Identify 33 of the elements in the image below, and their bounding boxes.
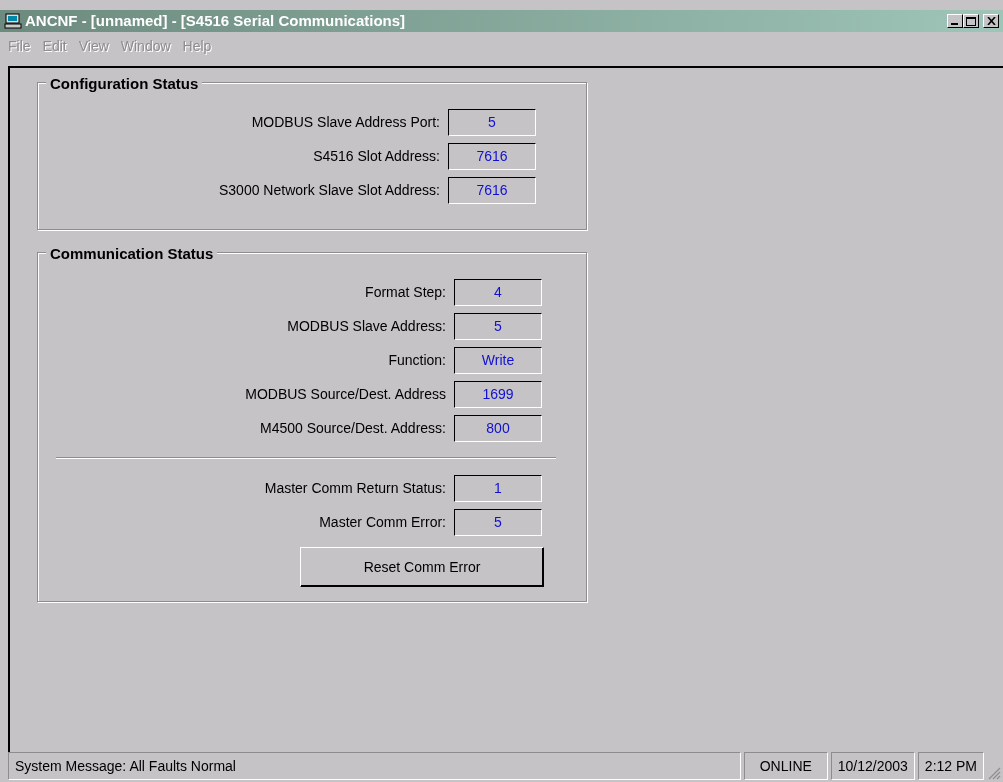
field-label: MODBUS Source/Dest. Address bbox=[245, 384, 446, 404]
connection-status: ONLINE bbox=[743, 752, 828, 780]
value-field: Write bbox=[454, 346, 542, 374]
value-field: 5 bbox=[448, 108, 536, 136]
field-label: MODBUS Slave Address: bbox=[287, 316, 446, 336]
field-label: MODBUS Slave Address Port: bbox=[251, 112, 440, 132]
field-label: Format Step: bbox=[365, 282, 446, 302]
value-field: 5 bbox=[454, 508, 542, 536]
value-field: 800 bbox=[454, 414, 542, 442]
value-field: 1699 bbox=[454, 380, 542, 408]
value-field: 4 bbox=[454, 278, 542, 306]
computer-icon bbox=[4, 13, 22, 29]
value-field: 1 bbox=[454, 474, 542, 502]
resize-grip-icon[interactable] bbox=[987, 766, 1001, 780]
window-title: ANCNF - [unnamed] - [S4516 Serial Communications] bbox=[25, 10, 406, 31]
field-label: S4516 Slot Address: bbox=[313, 146, 440, 166]
value-field: 7616 bbox=[448, 142, 536, 170]
close-button[interactable] bbox=[983, 14, 999, 28]
maximize-icon bbox=[966, 16, 976, 26]
status-time: 2:12 PM bbox=[917, 752, 984, 780]
value-field: 5 bbox=[454, 312, 542, 340]
field-label: S3000 Network Slave Slot Address: bbox=[219, 180, 440, 200]
field-label: Function: bbox=[388, 350, 446, 370]
close-icon bbox=[986, 17, 996, 25]
field-label: Master Comm Return Status: bbox=[264, 478, 446, 498]
reset-comm-error-button[interactable]: Reset Comm Error bbox=[300, 547, 544, 587]
field-label: Master Comm Error: bbox=[319, 512, 446, 532]
status-message: System Message: All Faults Normal bbox=[8, 752, 741, 780]
maximize-button[interactable] bbox=[963, 14, 979, 28]
field-label: M4500 Source/Dest. Address: bbox=[260, 418, 446, 438]
value-field: 7616 bbox=[448, 176, 536, 204]
minimize-button[interactable] bbox=[947, 14, 963, 28]
status-date: 10/12/2003 bbox=[830, 752, 915, 780]
